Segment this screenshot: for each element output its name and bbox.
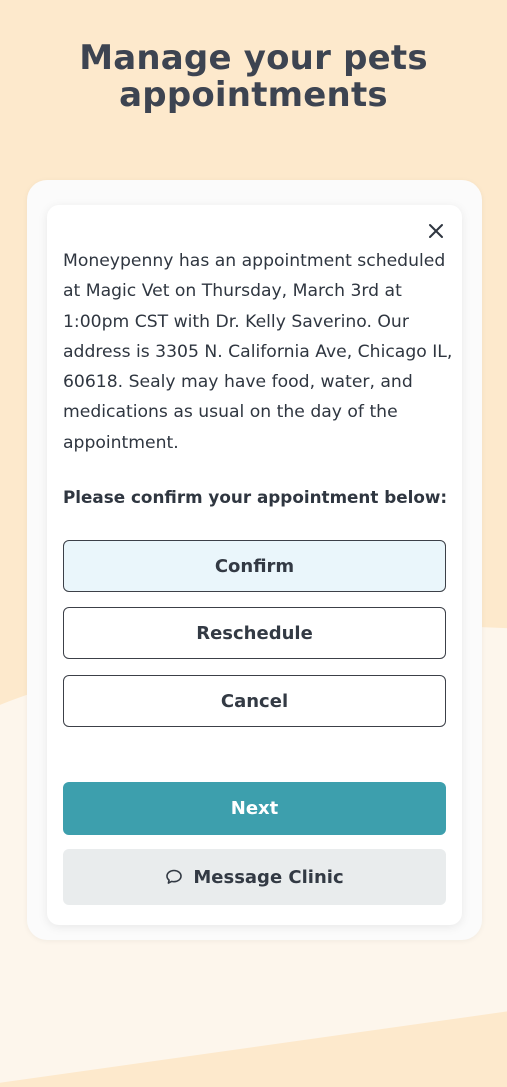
page-title-line-1: Manage your pets — [79, 38, 428, 78]
message-clinic-button[interactable]: Message Clinic — [63, 849, 446, 905]
next-button[interactable]: Next — [63, 782, 446, 835]
chat-bubble-icon — [165, 868, 183, 886]
page-title: Manage your pets appointments — [0, 40, 507, 114]
appointment-message: Moneypenny has an appointment scheduled … — [63, 251, 453, 453]
close-button[interactable] — [424, 219, 448, 243]
cancel-option-button[interactable]: Cancel — [63, 675, 446, 727]
message-clinic-label: Message Clinic — [193, 866, 344, 888]
close-icon — [429, 224, 443, 238]
confirm-option-button[interactable]: Confirm — [63, 540, 446, 592]
appointment-modal: Moneypenny has an appointment scheduled … — [47, 205, 462, 925]
page-title-line-2: appointments — [119, 75, 388, 115]
reschedule-option-button[interactable]: Reschedule — [63, 607, 446, 659]
confirm-prompt: Please confirm your appointment below: — [63, 487, 448, 507]
